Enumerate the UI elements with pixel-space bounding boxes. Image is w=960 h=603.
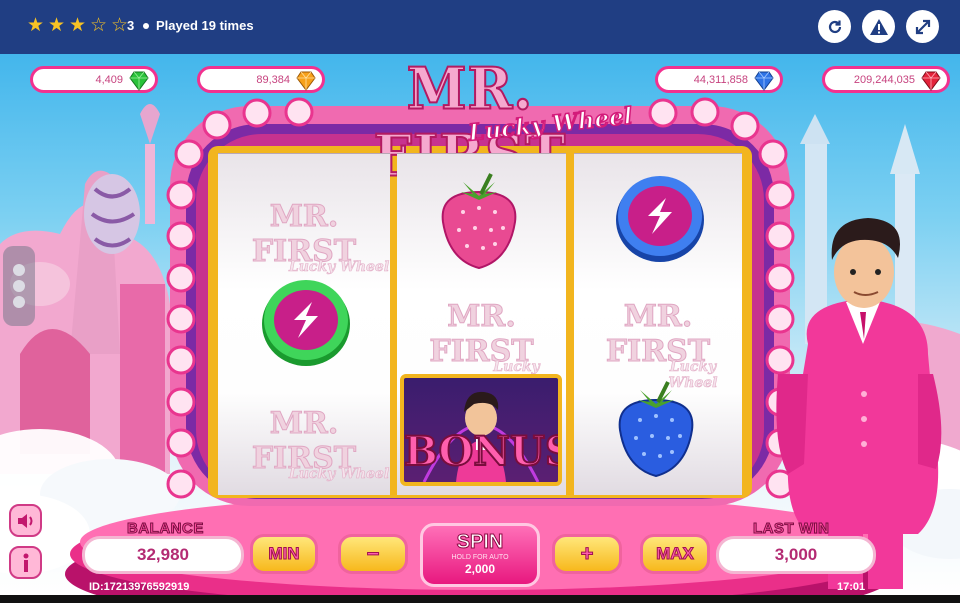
- jackpot-red: 209,244,035: [822, 66, 950, 93]
- logo-symbol: MR. FIRSTLucky Wheel: [251, 406, 390, 483]
- rating-stars[interactable]: ★ ★ ★ ☆ ☆: [26, 16, 129, 35]
- bonus-label: BONUS: [404, 427, 562, 476]
- round-id: ID:17213976592919: [89, 581, 190, 593]
- last-win-display: 3,000: [716, 536, 876, 574]
- bet-amount: 2,000: [464, 562, 496, 576]
- info-icon: [23, 553, 28, 572]
- blue-bolt-coin-icon: [616, 176, 704, 262]
- star-empty-icon[interactable]: ☆: [89, 16, 108, 35]
- played-count: Played 19 times: [156, 18, 254, 33]
- separator-dot: [143, 23, 149, 29]
- fullscreen-button[interactable]: [906, 10, 939, 43]
- side-menu-handle[interactable]: [3, 246, 35, 326]
- jackpot-value: 44,311,858: [693, 73, 748, 86]
- reel-1: MR. FIRST Lucky Wheel MR. FIRST Lucky Whee…: [218, 153, 390, 495]
- top-bar: ★ ★ ★ ☆ ☆ 3 Played 19 times: [0, 0, 960, 54]
- max-bet-button[interactable]: MAX: [640, 534, 710, 574]
- green-bolt-coin-icon: [262, 280, 350, 366]
- logo-symbol: MR. FIRSTLucky Wheel: [605, 299, 718, 392]
- clock: 17:01: [837, 581, 866, 593]
- decrease-bet-button[interactable]: −: [338, 534, 408, 574]
- speaker-icon: [17, 513, 32, 528]
- blueberry-icon: [618, 381, 694, 478]
- report-button[interactable]: [862, 10, 895, 43]
- min-bet-button[interactable]: MIN: [250, 534, 318, 574]
- spin-label: SPIN: [456, 531, 504, 554]
- logo-symbol: MR. FIRSTLucky Wheel: [251, 199, 390, 276]
- reel-3: MR. FIRST Lucky Wheel: [574, 153, 742, 495]
- jackpot-orange: 89,384: [197, 66, 325, 93]
- strawberry-icon: [441, 173, 517, 270]
- reload-icon: [828, 20, 841, 33]
- bonus-symbol: BONUS: [400, 374, 562, 486]
- expand-icon: [915, 19, 930, 34]
- warning-icon: [869, 18, 888, 35]
- jackpot-green: 4,409: [30, 66, 158, 93]
- star-filled-icon[interactable]: ★: [47, 16, 66, 35]
- rating-value: 3: [127, 18, 135, 33]
- jackpot-value: 209,244,035: [853, 73, 915, 86]
- game-canvas[interactable]: 4,409 89,384 44,311,858 209,244,035 MR. …: [0, 54, 960, 595]
- orange-gem-icon: [296, 71, 316, 91]
- bottom-border: [0, 595, 960, 603]
- info-button[interactable]: [9, 546, 42, 579]
- reload-button[interactable]: [818, 10, 851, 43]
- red-gem-icon: [921, 71, 941, 91]
- jackpot-value: 4,409: [95, 73, 123, 86]
- last-win-label: LAST WIN: [753, 520, 830, 538]
- jackpot-blue: 44,311,858: [655, 66, 783, 93]
- green-gem-icon: [129, 71, 149, 91]
- spin-hint: HOLD FOR AUTO: [451, 554, 509, 561]
- star-filled-icon[interactable]: ★: [68, 16, 87, 35]
- spin-button[interactable]: SPIN HOLD FOR AUTO 2,000: [420, 523, 540, 587]
- jackpot-value: 89,384: [256, 73, 290, 86]
- sound-button[interactable]: [9, 504, 42, 537]
- balance-label: BALANCE: [127, 520, 204, 538]
- increase-bet-button[interactable]: +: [552, 534, 622, 574]
- balance-display: 32,980: [82, 536, 244, 574]
- star-filled-icon[interactable]: ★: [26, 16, 45, 35]
- blue-gem-icon: [754, 71, 774, 91]
